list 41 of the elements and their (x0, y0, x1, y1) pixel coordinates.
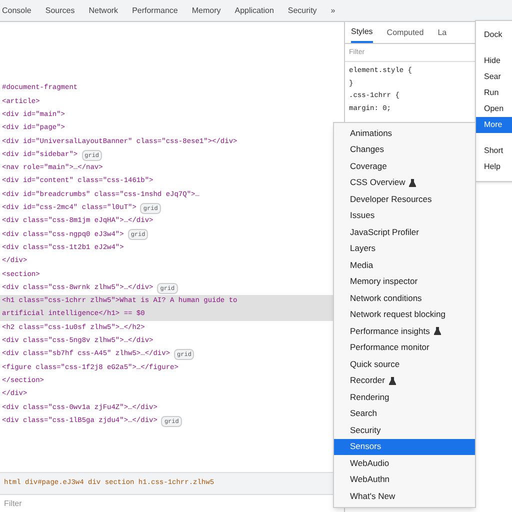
panel-tab[interactable]: Memory (192, 0, 221, 21)
menu-item[interactable]: WebAuthn (334, 472, 475, 488)
menu-item[interactable]: Layers (334, 240, 475, 257)
menu-item[interactable]: Memory inspector (334, 274, 475, 290)
menu-item[interactable]: WebAudio (334, 455, 475, 472)
menu-item[interactable]: Sear (476, 69, 512, 85)
panel-tab[interactable]: Application (234, 0, 274, 21)
menu-item[interactable]: More (476, 117, 512, 133)
menu-item[interactable]: Short (476, 143, 512, 159)
styles-tab[interactable]: La (438, 22, 447, 43)
menu-item[interactable]: Help (476, 159, 512, 175)
panel-tab[interactable]: Network (88, 0, 118, 21)
menu-item[interactable]: Developer Resources (334, 191, 475, 208)
menu-item[interactable]: Recorder (334, 372, 475, 389)
menu-item[interactable]: Rendering (334, 389, 475, 406)
menu-item[interactable]: Open (476, 101, 512, 117)
menu-item[interactable]: Network conditions (334, 290, 475, 306)
panel-tab[interactable]: Console (2, 0, 32, 21)
menu-item[interactable]: Quick source (334, 356, 475, 372)
panel-tab[interactable]: Sources (45, 0, 75, 21)
menu-item[interactable]: Search (334, 406, 475, 422)
menu-item[interactable]: Run (476, 85, 512, 101)
menu-item[interactable]: Dock (476, 27, 512, 43)
panel-tab[interactable]: Security (288, 0, 317, 21)
menu-item[interactable]: CSS Overview (334, 174, 475, 191)
menu-item[interactable]: Animations (334, 125, 475, 142)
menu-item[interactable]: Performance monitor (334, 340, 475, 356)
menu-item[interactable]: Hide (476, 53, 512, 69)
styles-tab[interactable]: Computed (386, 22, 424, 43)
menu-item[interactable]: Coverage (334, 158, 475, 174)
menu-item[interactable]: Network request blocking (334, 306, 475, 323)
menu-item[interactable]: Performance insights (334, 323, 475, 340)
menu-item[interactable]: Changes (334, 142, 475, 158)
menu-item[interactable]: Security (334, 422, 475, 438)
menu-item[interactable]: Sensors (334, 438, 475, 455)
menu-item[interactable]: Issues (334, 208, 475, 224)
panel-tab[interactable]: Performance (132, 0, 178, 21)
menu-item[interactable]: Media (334, 257, 475, 274)
menu-item[interactable]: JavaScript Profiler (334, 224, 475, 240)
panel-tab[interactable]: » (330, 0, 336, 21)
styles-tab[interactable]: Styles (351, 22, 373, 43)
